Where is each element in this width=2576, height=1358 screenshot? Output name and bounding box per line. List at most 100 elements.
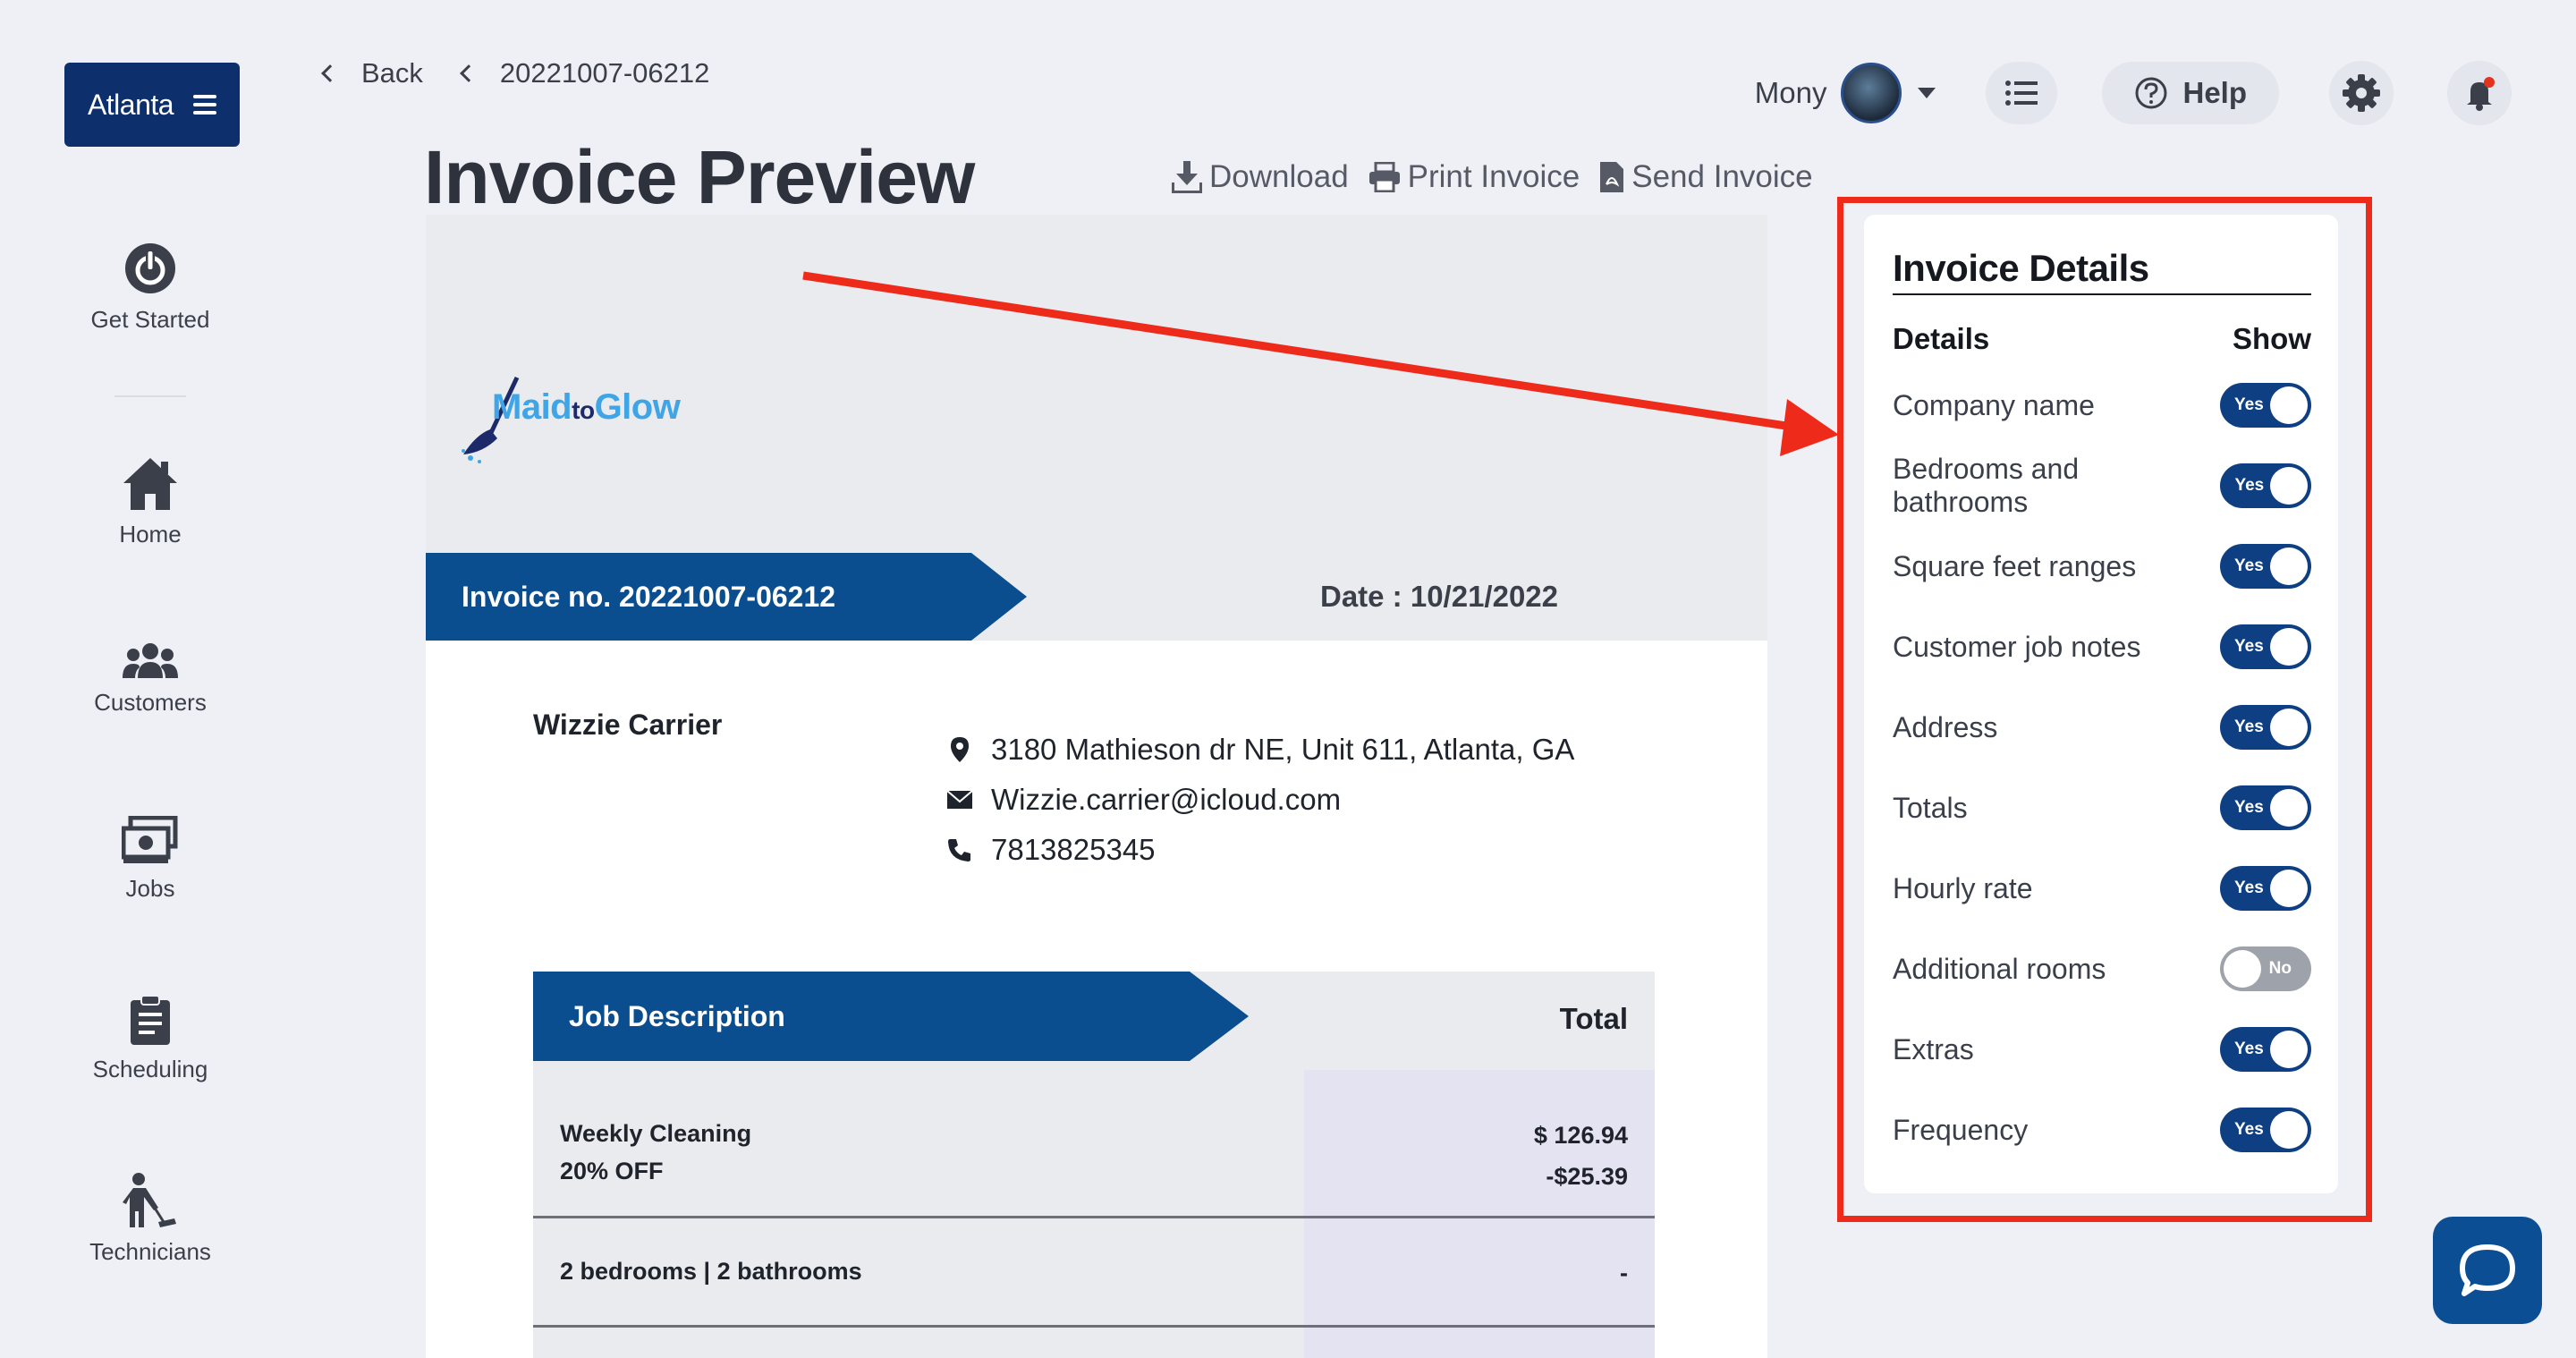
download-label: Download bbox=[1209, 159, 1349, 194]
show-toggle[interactable]: Yes bbox=[2220, 624, 2311, 669]
invoice-number: Invoice no. 20221007-06212 bbox=[426, 553, 1027, 641]
phone-row: 7813825345 bbox=[946, 825, 1574, 875]
sidebar-item-customers[interactable]: Customers bbox=[54, 641, 247, 717]
detail-option-row: Frequency Yes bbox=[1893, 1090, 2311, 1170]
chevron-left-icon bbox=[460, 64, 478, 82]
show-toggle[interactable]: Yes bbox=[2220, 544, 2311, 589]
sidebar-item-label: Get Started bbox=[90, 306, 210, 333]
toggle-state-label: Yes bbox=[2234, 1120, 2264, 1139]
pdf-file-icon bbox=[1600, 162, 1624, 192]
show-toggle[interactable]: No bbox=[2220, 946, 2311, 991]
invoice-header: MaidtoGlow Invoice no. 20221007-06212 Da… bbox=[426, 215, 1767, 641]
row-amount: $ 126.94 -$25.39 bbox=[1304, 1070, 1655, 1216]
cash-icon bbox=[122, 816, 178, 863]
row-description: 2 bedrooms | 2 bathrooms bbox=[533, 1218, 1304, 1325]
toggle-state-label: Yes bbox=[2234, 1040, 2264, 1058]
show-toggle[interactable]: Yes bbox=[2220, 866, 2311, 911]
map-pin-icon bbox=[946, 736, 973, 763]
sidebar-item-label: Customers bbox=[94, 689, 207, 716]
company-logo: MaidtoGlow bbox=[458, 376, 681, 465]
customer-name: Wizzie Carrier bbox=[533, 709, 723, 741]
page-title: Invoice Preview bbox=[424, 135, 975, 219]
detail-option-row: Hourly rate Yes bbox=[1893, 848, 2311, 929]
sidebar-item-label: Jobs bbox=[125, 875, 175, 902]
send-invoice-label: Send Invoice bbox=[1631, 159, 1813, 194]
detail-option-row: Extras Yes bbox=[1893, 1009, 2311, 1090]
toggle-knob bbox=[2270, 547, 2308, 585]
back-link[interactable]: Back bbox=[361, 57, 423, 89]
email-row: Wizzie.carrier@icloud.com bbox=[946, 775, 1574, 825]
sidebar-item-technicians[interactable]: Technicians bbox=[54, 1172, 247, 1266]
chat-bubble-icon bbox=[2460, 1244, 2515, 1296]
sidebar-item-label: Scheduling bbox=[92, 1056, 208, 1082]
chevron-down-icon[interactable] bbox=[1918, 88, 1936, 98]
print-invoice-button[interactable]: Print Invoice bbox=[1368, 159, 1580, 195]
detail-option-row: Square feet ranges Yes bbox=[1893, 526, 2311, 607]
address-row: 3180 Mathieson dr NE, Unit 611, Atlanta,… bbox=[946, 725, 1574, 775]
detail-option-label: Extras bbox=[1893, 1032, 1974, 1065]
download-button[interactable]: Download bbox=[1172, 159, 1349, 195]
row-line: Weekly Cleaning bbox=[560, 1120, 752, 1147]
customer-email: Wizzie.carrier@icloud.com bbox=[991, 783, 1342, 816]
users-icon bbox=[123, 643, 178, 678]
detail-option-row: Totals Yes bbox=[1893, 768, 2311, 848]
chat-button[interactable] bbox=[2433, 1217, 2542, 1324]
help-label: Help bbox=[2182, 76, 2247, 109]
sidebar-item-scheduling[interactable]: Scheduling bbox=[54, 995, 247, 1083]
show-toggle[interactable]: Yes bbox=[2220, 785, 2311, 830]
home-icon bbox=[123, 458, 177, 510]
toggle-knob bbox=[2224, 950, 2261, 988]
notifications-button[interactable] bbox=[2447, 61, 2512, 125]
toggle-state-label: Yes bbox=[2234, 637, 2264, 656]
row-line: 2 bedrooms | 2 bathrooms bbox=[560, 1258, 862, 1285]
hamburger-icon bbox=[193, 95, 217, 115]
toggle-state-label: Yes bbox=[2234, 717, 2264, 736]
detail-option-row: Bedrooms and bathrooms Yes bbox=[1893, 446, 2311, 526]
row-amount-value: -$25.39 bbox=[1546, 1163, 1628, 1190]
settings-button[interactable] bbox=[2329, 61, 2394, 125]
toggle-knob bbox=[2270, 1111, 2308, 1149]
top-bar: Mony Help bbox=[1755, 59, 2512, 127]
detail-option-label: Frequency bbox=[1893, 1113, 2029, 1146]
breadcrumb: Back 20221007-06212 bbox=[321, 57, 710, 89]
toggle-knob bbox=[2270, 1031, 2308, 1068]
row-description: Weekly Cleaning 20% OFF bbox=[533, 1070, 1304, 1216]
show-toggle[interactable]: Yes bbox=[2220, 463, 2311, 508]
sidebar-item-home[interactable]: Home bbox=[54, 456, 247, 548]
detail-option-label: Bedrooms and bathrooms bbox=[1893, 453, 2080, 518]
toggle-knob bbox=[2270, 709, 2308, 746]
table-row bbox=[533, 1328, 1655, 1358]
show-toggle[interactable]: Yes bbox=[2220, 705, 2311, 750]
detail-option-label: Hourly rate bbox=[1893, 871, 2033, 904]
toggle-knob bbox=[2270, 789, 2308, 827]
detail-option-label: Square feet ranges bbox=[1893, 549, 2137, 582]
city-label: Atlanta bbox=[87, 88, 174, 121]
customer-address: 3180 Mathieson dr NE, Unit 611, Atlanta,… bbox=[991, 733, 1575, 766]
toggle-state-label: Yes bbox=[2234, 395, 2264, 414]
help-button[interactable]: Help bbox=[2102, 62, 2279, 124]
show-toggle[interactable]: Yes bbox=[2220, 1027, 2311, 1072]
show-toggle[interactable]: Yes bbox=[2220, 383, 2311, 428]
show-toggle[interactable]: Yes bbox=[2220, 1108, 2311, 1152]
sidebar-item-jobs[interactable]: Jobs bbox=[54, 816, 247, 903]
list-view-button[interactable] bbox=[1986, 62, 2058, 124]
toggle-knob bbox=[2270, 628, 2308, 666]
breadcrumb-current: 20221007-06212 bbox=[499, 57, 710, 89]
logo-maid: Maid bbox=[492, 387, 572, 427]
sidebar: Atlanta Get Started Home Customers Jobs … bbox=[0, 0, 304, 1358]
toggle-state-label: Yes bbox=[2234, 798, 2264, 817]
print-invoice-label: Print Invoice bbox=[1407, 159, 1580, 194]
sidebar-item-get-started[interactable]: Get Started bbox=[54, 240, 247, 334]
job-description-header: Job Description bbox=[533, 972, 1249, 1061]
printer-icon bbox=[1368, 162, 1400, 192]
send-invoice-button[interactable]: Send Invoice bbox=[1599, 159, 1813, 195]
customer-phone: 7813825345 bbox=[991, 833, 1156, 866]
detail-option-label: Customer job notes bbox=[1893, 630, 2141, 663]
logo-text: MaidtoGlow bbox=[492, 387, 681, 428]
avatar[interactable] bbox=[1841, 63, 1902, 123]
detail-option-row: Address Yes bbox=[1893, 687, 2311, 768]
download-icon bbox=[1172, 161, 1202, 193]
clipboard-icon bbox=[131, 995, 170, 1045]
city-menu-button[interactable]: Atlanta bbox=[64, 63, 240, 147]
detail-option-label: Totals bbox=[1893, 791, 1968, 824]
